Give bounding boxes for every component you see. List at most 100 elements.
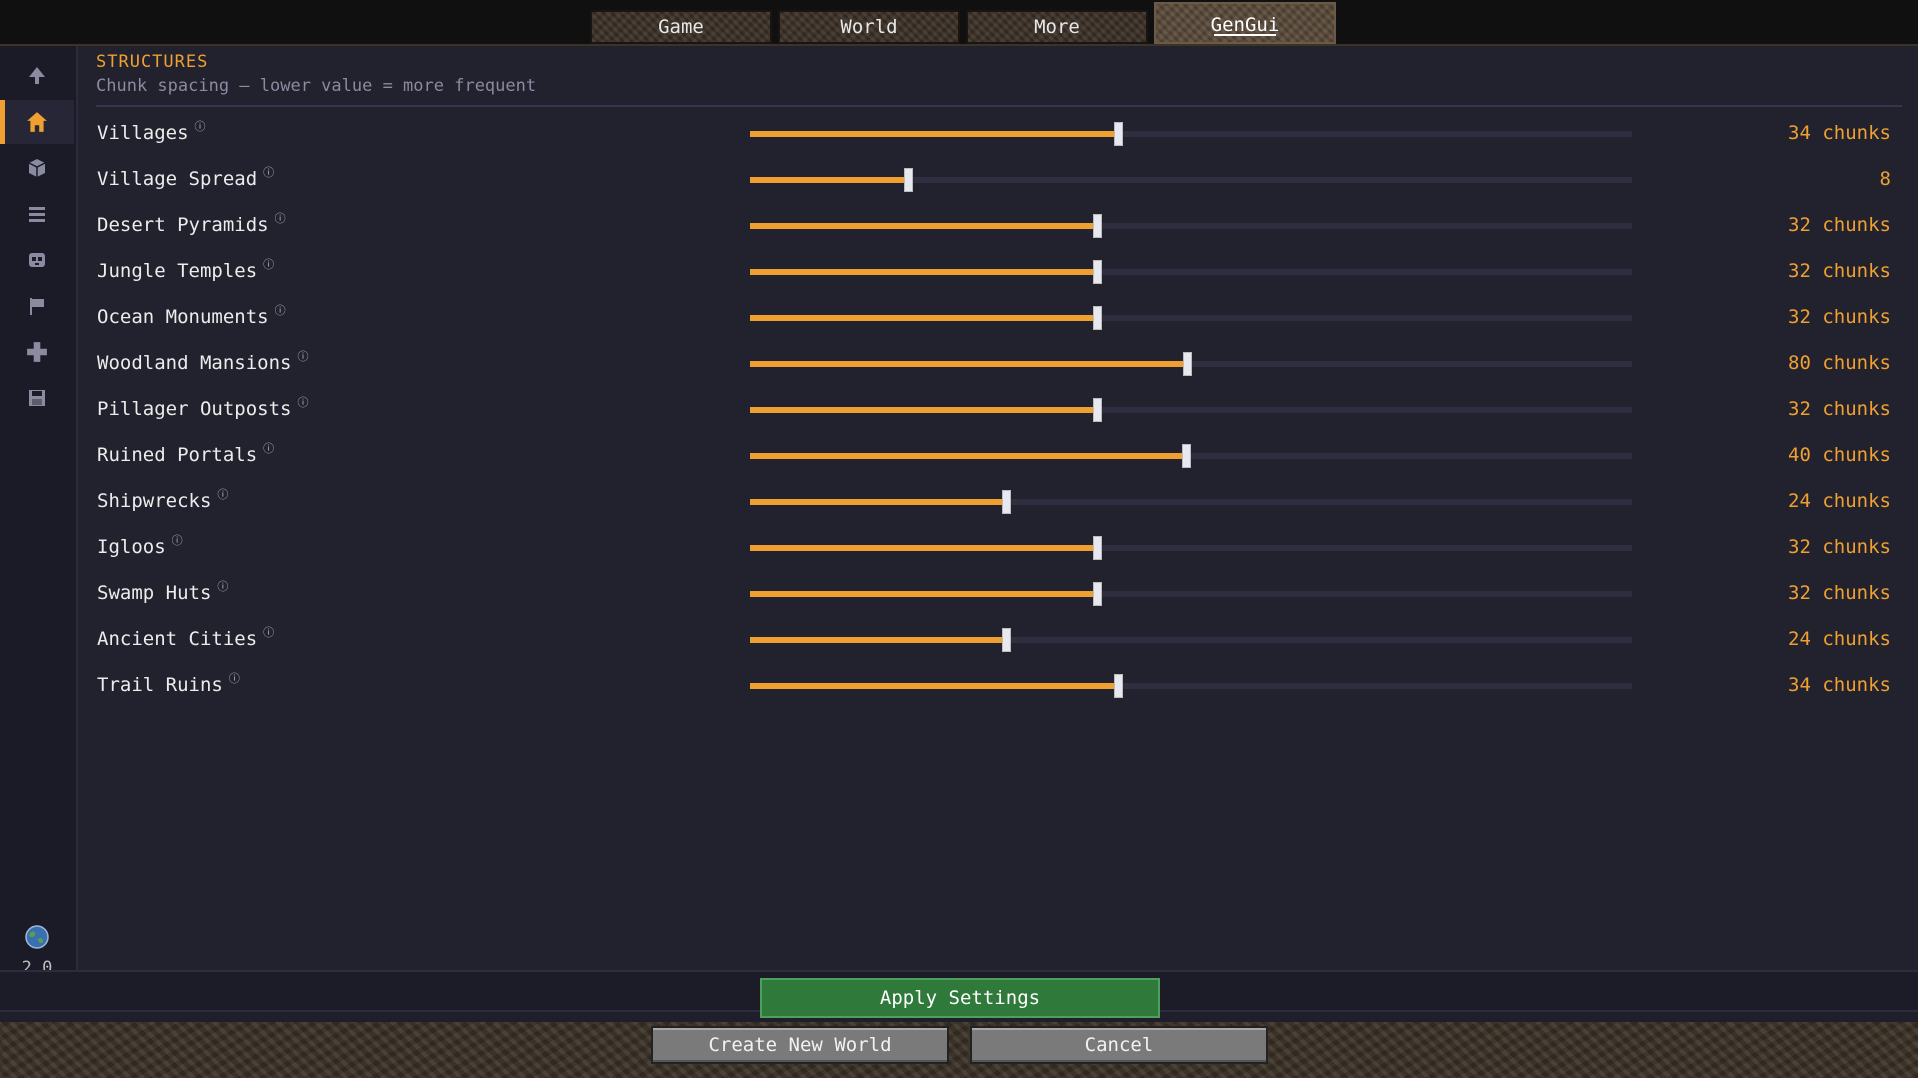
sidebar-item-mobs[interactable] [0, 238, 74, 282]
info-icon[interactable]: ⓘ [275, 212, 286, 225]
setting-row: Woodland Mansions ⓘ 80 chunks [78, 340, 1918, 386]
setting-value: 24 chunks [1788, 628, 1891, 650]
flag-icon [30, 298, 44, 315]
active-tab-underline [1214, 34, 1276, 36]
slider-fill [750, 131, 1118, 137]
slider-thumb[interactable] [1092, 582, 1102, 606]
cube-icon [28, 159, 46, 177]
setting-value: 32 chunks [1788, 582, 1891, 604]
info-icon[interactable]: ⓘ [263, 626, 274, 639]
setting-value: 8 [1879, 168, 1891, 190]
sidebar-item-save[interactable] [0, 376, 74, 420]
slider-thumb[interactable] [1001, 490, 1011, 514]
mob-skull-icon [29, 253, 45, 267]
slider-thumb[interactable] [1092, 214, 1102, 238]
tab-gengui[interactable]: GenGui [1154, 2, 1336, 44]
info-icon[interactable]: ⓘ [217, 580, 228, 593]
slider-track[interactable] [750, 398, 1632, 422]
slider-thumb[interactable] [1092, 536, 1102, 560]
slider-thumb[interactable] [1181, 444, 1191, 468]
slider-thumb[interactable] [1113, 122, 1123, 146]
setting-row: Ocean Monuments ⓘ 32 chunks [78, 294, 1918, 340]
slider-thumb[interactable] [903, 168, 913, 192]
setting-label: Igloos ⓘ [97, 534, 183, 558]
slider-thumb[interactable] [1113, 674, 1123, 698]
tab-world[interactable]: World [778, 10, 960, 44]
info-icon[interactable]: ⓘ [263, 258, 274, 271]
info-icon[interactable]: ⓘ [263, 166, 274, 179]
info-icon[interactable]: ⓘ [172, 534, 183, 547]
sidebar-item-layers[interactable] [0, 192, 74, 236]
slider-track[interactable] [750, 306, 1632, 330]
setting-row: Jungle Temples ⓘ 32 chunks [78, 248, 1918, 294]
setting-label-text: Pillager Outposts [97, 398, 292, 420]
slider-thumb[interactable] [1092, 398, 1102, 422]
slider-track[interactable] [750, 168, 1632, 192]
info-icon[interactable]: ⓘ [263, 442, 274, 455]
setting-label: Trail Ruins ⓘ [97, 672, 240, 696]
slider-thumb[interactable] [1001, 628, 1011, 652]
setting-label-text: Trail Ruins [97, 674, 223, 696]
setting-label: Jungle Temples ⓘ [97, 258, 274, 282]
info-icon[interactable]: ⓘ [195, 120, 206, 133]
info-icon[interactable]: ⓘ [217, 488, 228, 501]
apply-bar: Apply Settings [0, 970, 1918, 1018]
apply-settings-button[interactable]: Apply Settings [760, 978, 1160, 1018]
tab-game[interactable]: Game [590, 10, 772, 44]
slider-fill [750, 269, 1097, 275]
setting-row: Igloos ⓘ 32 chunks [78, 524, 1918, 570]
slider-fill [750, 407, 1097, 413]
slider-fill [750, 361, 1188, 367]
slider-track[interactable] [750, 260, 1632, 284]
setting-label-text: Swamp Huts [97, 582, 212, 604]
setting-label-text: Woodland Mansions [97, 352, 292, 374]
info-icon[interactable]: ⓘ [297, 396, 308, 409]
slider-track[interactable] [750, 674, 1632, 698]
slider-track[interactable] [750, 536, 1632, 560]
setting-value: 80 chunks [1788, 352, 1891, 374]
slider-thumb[interactable] [1183, 352, 1193, 376]
setting-row: Trail Ruins ⓘ 34 chunks [78, 662, 1918, 708]
slider-fill [750, 545, 1097, 551]
sidebar-item-plugins[interactable] [0, 330, 74, 374]
setting-label-text: Ruined Portals [97, 444, 258, 466]
sidebar-item-flag[interactable] [0, 284, 74, 328]
section-title: STRUCTURES [96, 52, 209, 72]
setting-label-text: Igloos [97, 536, 166, 558]
setting-value: 32 chunks [1788, 398, 1891, 420]
sidebar-item-blocks[interactable] [0, 146, 74, 190]
setting-label-text: Villages [97, 122, 189, 144]
top-tab-bar: Game World More GenGui [0, 0, 1918, 46]
slider-thumb[interactable] [1092, 260, 1102, 284]
slider-thumb[interactable] [1092, 306, 1102, 330]
setting-row: Desert Pyramids ⓘ 32 chunks [78, 202, 1918, 248]
tab-label: GenGui [1210, 14, 1280, 36]
tab-more[interactable]: More [966, 10, 1148, 44]
cancel-button[interactable]: Cancel [970, 1026, 1268, 1064]
info-icon[interactable]: ⓘ [275, 304, 286, 317]
section-subtitle: Chunk spacing — lower value = more frequ… [96, 76, 537, 96]
slider-track[interactable] [750, 352, 1632, 376]
create-new-world-button[interactable]: Create New World [651, 1026, 949, 1064]
save-icon [29, 390, 45, 406]
info-icon[interactable]: ⓘ [297, 350, 308, 363]
setting-label: Desert Pyramids ⓘ [97, 212, 286, 236]
setting-value: 24 chunks [1788, 490, 1891, 512]
slider-track[interactable] [750, 122, 1632, 146]
slider-track[interactable] [750, 628, 1632, 652]
setting-row: Village Spread ⓘ 8 [78, 156, 1918, 202]
setting-row: Ancient Cities ⓘ 24 chunks [78, 616, 1918, 662]
setting-value: 32 chunks [1788, 260, 1891, 282]
sidebar-item-trees[interactable] [0, 54, 74, 98]
slider-track[interactable] [750, 582, 1632, 606]
sidebar: 2.0 [0, 46, 78, 978]
slider-fill [750, 177, 908, 183]
setting-row: Villages ⓘ 34 chunks [78, 110, 1918, 156]
setting-label: Shipwrecks ⓘ [97, 488, 228, 512]
slider-track[interactable] [750, 214, 1632, 238]
slider-track[interactable] [750, 490, 1632, 514]
info-icon[interactable]: ⓘ [229, 672, 240, 685]
sidebar-item-structures[interactable] [0, 100, 74, 144]
slider-track[interactable] [750, 444, 1632, 468]
setting-row: Pillager Outposts ⓘ 32 chunks [78, 386, 1918, 432]
